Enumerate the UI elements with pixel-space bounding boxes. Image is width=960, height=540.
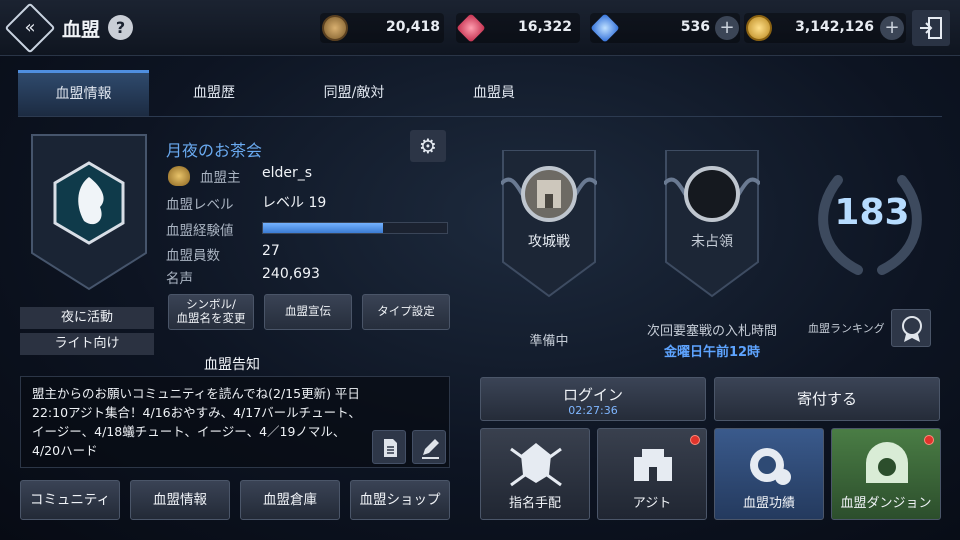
fame-label: 名声	[166, 271, 193, 287]
tab-clan-history[interactable]: 血盟歴	[149, 70, 279, 116]
fortress-label: 未占領	[691, 234, 733, 250]
xp-bar	[262, 222, 448, 234]
exit-button[interactable]	[912, 10, 950, 46]
tab-alliance-enemy[interactable]: 同盟/敵対	[279, 70, 429, 116]
add-diamond-button[interactable]: +	[715, 16, 739, 40]
tab-clan-members[interactable]: 血盟員	[429, 70, 559, 116]
login-label: ログイン	[562, 386, 623, 404]
achievement-tile[interactable]: 血盟功績	[714, 428, 824, 520]
notice-document-button[interactable]	[372, 430, 406, 464]
activity-tag: 夜に活動	[20, 307, 154, 329]
siege-banner[interactable]	[501, 150, 597, 298]
ranking-value: 183	[834, 192, 910, 233]
type-settings-button[interactable]: タイプ設定	[362, 294, 450, 330]
gem-count: 16,322	[517, 19, 572, 35]
siege-status: 準備中	[529, 334, 569, 349]
leader-value: elder_s	[262, 165, 313, 181]
add-gold-button[interactable]: +	[880, 16, 904, 40]
wanted-tile[interactable]: 指名手配	[480, 428, 590, 520]
clan-emblem	[31, 134, 147, 291]
bronze-medal-icon	[322, 15, 348, 41]
hideout-notification-dot	[690, 435, 700, 445]
members-label: 血盟員数	[166, 248, 220, 264]
login-timer: 02:27:36	[568, 404, 618, 417]
level-label: 血盟レベル	[166, 197, 234, 213]
clan-name: 月夜のお茶会	[166, 141, 263, 160]
clan-shop-button[interactable]: 血盟ショップ	[350, 480, 450, 520]
notice-text: 盟主からのお願いコミュニティを読んでね(2/15更新) 平日22:10アジト集合…	[32, 386, 361, 458]
xp-label: 血盟経験値	[166, 223, 234, 239]
tab-divider	[18, 116, 942, 117]
fortress-banner[interactable]	[664, 150, 760, 298]
medal-icon	[902, 316, 922, 342]
notice-title: 血盟告知	[204, 357, 260, 373]
change-symbol-button[interactable]: シンボル/ 血盟名を変更	[168, 294, 254, 330]
clan-info-button[interactable]: 血盟情報	[130, 480, 230, 520]
wanted-helmet-icon	[510, 443, 562, 487]
fame-value: 240,693	[262, 266, 320, 282]
wanted-label: 指名手配	[508, 496, 561, 511]
fortress-status: 次回要塞戦の入札時間	[646, 324, 777, 339]
chevron-left-icon: «	[24, 17, 36, 38]
fortress-time: 金曜日午前12時	[663, 345, 761, 360]
leader-label: 血盟主	[200, 170, 241, 186]
promote-button[interactable]: 血盟宣伝	[264, 294, 352, 330]
ranking-label: 血盟ランキング	[808, 322, 885, 335]
members-value: 27	[262, 243, 280, 259]
style-tag: ライト向け	[20, 333, 154, 355]
hideout-tile[interactable]: アジト	[597, 428, 707, 520]
donate-button[interactable]: 寄付する	[714, 377, 940, 421]
achievement-label: 血盟功績	[742, 496, 795, 511]
ranking-button[interactable]	[891, 309, 931, 347]
crown-icon	[168, 166, 190, 186]
document-icon	[384, 439, 397, 457]
xp-bar-fill	[263, 223, 383, 233]
gold-count: 3,142,126	[795, 19, 874, 35]
level-value: レベル 19	[262, 195, 327, 211]
exit-door-icon	[920, 17, 942, 39]
hideout-label: アジト	[632, 496, 672, 511]
lion-crest-icon	[750, 448, 791, 485]
pencil-icon	[422, 439, 439, 459]
gear-icon: ⚙	[419, 134, 437, 158]
dungeon-notification-dot	[924, 435, 934, 445]
dungeon-tile[interactable]: 血盟ダンジョン	[831, 428, 941, 520]
clan-warehouse-button[interactable]: 血盟倉庫	[240, 480, 340, 520]
page-title: 血盟	[62, 19, 101, 41]
settings-button[interactable]: ⚙	[410, 130, 446, 162]
community-button[interactable]: コミュニティ	[20, 480, 120, 520]
siege-label: 攻城戦	[528, 234, 570, 250]
notice-edit-button[interactable]	[412, 430, 446, 464]
dungeon-label: 血盟ダンジョン	[840, 496, 932, 511]
login-button[interactable]: ログイン 02:27:36	[480, 377, 706, 421]
tab-bar: 血盟情報 血盟歴 同盟/敵対 血盟員	[18, 70, 942, 116]
medal-count: 20,418	[385, 19, 440, 35]
help-button[interactable]: ?	[108, 15, 133, 40]
tab-clan-info[interactable]: 血盟情報	[18, 70, 149, 116]
gold-coin-icon	[746, 15, 772, 41]
diamond-count: 536	[680, 19, 710, 35]
